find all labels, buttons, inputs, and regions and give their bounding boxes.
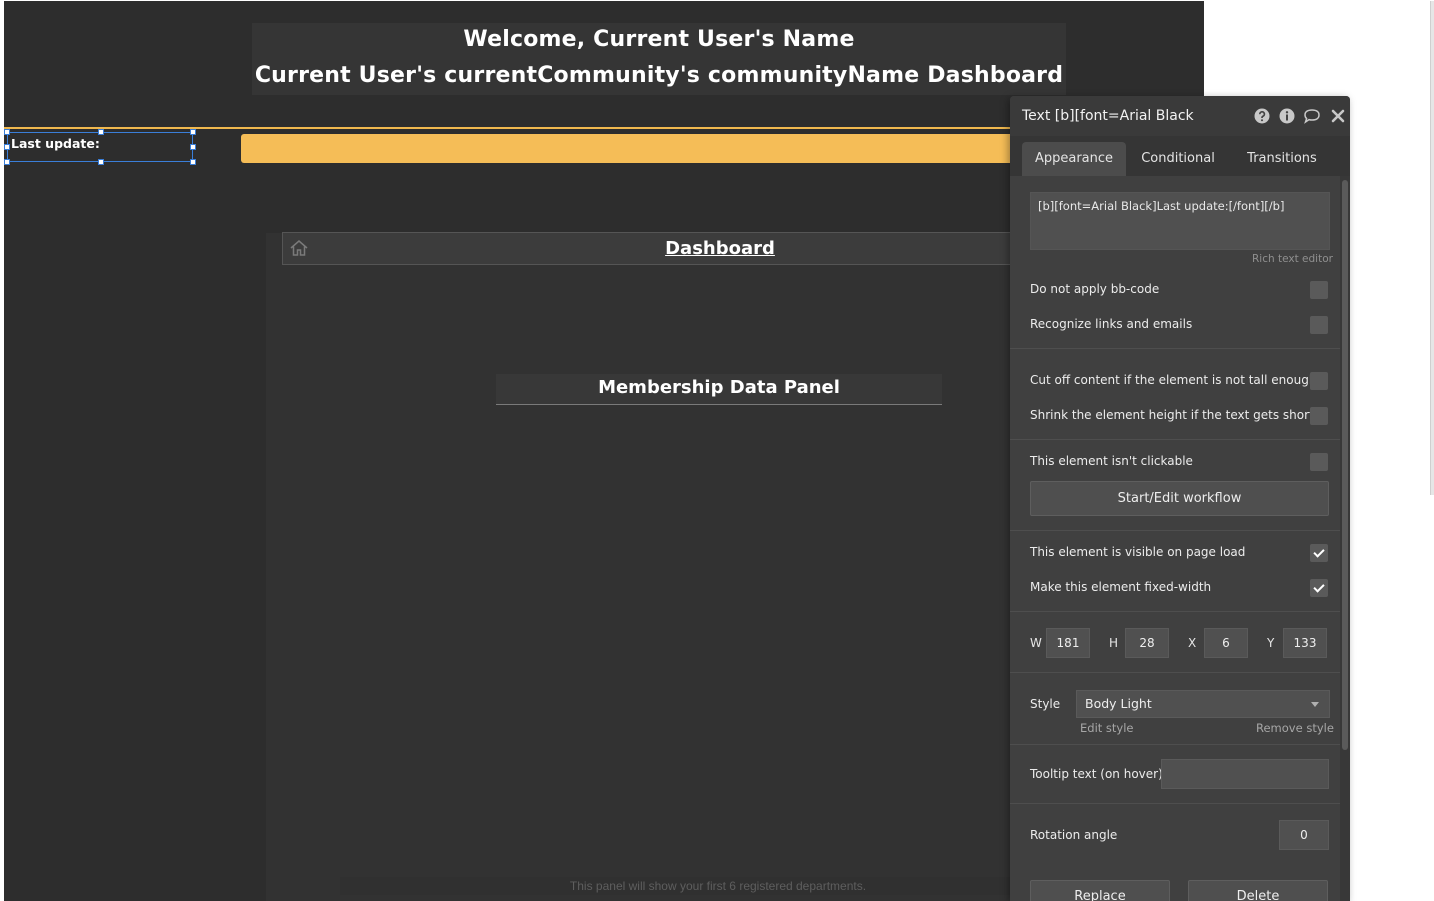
y-label: Y: [1267, 636, 1275, 650]
style-select[interactable]: Body Light: [1076, 690, 1330, 718]
resize-handle-bottom-left[interactable]: [4, 159, 10, 165]
section-divider: [1010, 803, 1340, 804]
option-label-visible-on-load: This element is visible on page load: [1030, 545, 1246, 559]
section-divider: [1010, 611, 1340, 612]
info-icon[interactable]: [1279, 108, 1295, 124]
start-edit-workflow-button[interactable]: Start/Edit workflow: [1030, 481, 1329, 516]
editor-title: Text [b][font=Arial Black: [1022, 108, 1194, 124]
membership-panel-title: Membership Data Panel: [598, 377, 840, 398]
delete-button[interactable]: Delete: [1188, 880, 1328, 901]
text-content-input[interactable]: [b][font=Arial Black]Last update:[/font]…: [1030, 192, 1330, 250]
rotation-angle-input[interactable]: 0: [1279, 820, 1329, 850]
checkbox-shrink-height[interactable]: [1310, 407, 1328, 425]
community-dashboard-heading[interactable]: Current User's currentCommunity's commun…: [252, 63, 1066, 88]
close-icon[interactable]: [1330, 108, 1346, 124]
section-divider: [1010, 530, 1340, 531]
update-status-bar[interactable]: [241, 134, 1041, 163]
style-select-value: Body Light: [1085, 696, 1152, 711]
last-update-label: Last update:: [11, 136, 100, 151]
comment-icon[interactable]: [1303, 108, 1321, 124]
section-divider: [1010, 439, 1340, 440]
checkbox-recognize-links[interactable]: [1310, 316, 1328, 334]
height-input[interactable]: 28: [1125, 628, 1169, 658]
x-label: X: [1188, 636, 1197, 650]
tab-conditional[interactable]: Conditional: [1130, 142, 1226, 176]
welcome-text[interactable]: Welcome, Current User's Name: [252, 27, 1066, 52]
footer-note[interactable]: This panel will show your first 6 regist…: [340, 877, 1096, 895]
height-label: H: [1109, 636, 1119, 650]
option-label-bbcode: Do not apply bb-code: [1030, 282, 1160, 296]
x-input[interactable]: 6: [1204, 628, 1248, 658]
rich-text-editor-link[interactable]: Rich text editor: [1252, 253, 1333, 265]
tooltip-label: Tooltip text (on hover): [1030, 767, 1163, 781]
resize-handle-right[interactable]: [190, 144, 196, 150]
dashboard-content-panel[interactable]: [266, 233, 1026, 901]
edit-style-link[interactable]: Edit style: [1080, 721, 1134, 735]
rotation-angle-label: Rotation angle: [1030, 828, 1118, 842]
editor-scrollbar-thumb[interactable]: [1342, 180, 1348, 750]
y-input[interactable]: 133: [1283, 628, 1327, 658]
last-update-text-element[interactable]: Last update:: [4, 129, 196, 165]
style-label: Style: [1030, 697, 1061, 711]
property-editor: Text [b][font=Arial Black Appearance Con…: [1010, 96, 1350, 901]
editor-body: [b][font=Arial Black]Last update:[/font]…: [1010, 176, 1340, 901]
tab-appearance[interactable]: Appearance: [1022, 142, 1126, 176]
help-icon[interactable]: [1254, 108, 1270, 124]
tooltip-input[interactable]: [1161, 759, 1329, 789]
tab-transitions[interactable]: Transitions: [1234, 142, 1330, 176]
resize-handle-bottom-right[interactable]: [190, 159, 196, 165]
section-divider: [1010, 744, 1340, 745]
checkbox-not-clickable[interactable]: [1310, 453, 1328, 471]
page-scrollbar[interactable]: [1430, 1, 1434, 495]
editor-tab-strip: Appearance Conditional Transitions: [1010, 136, 1350, 176]
section-divider: [1010, 348, 1340, 349]
checkbox-cut-off-content[interactable]: [1310, 372, 1328, 390]
resize-handle-top-left[interactable]: [4, 129, 10, 135]
checkbox-visible-on-load[interactable]: [1310, 544, 1328, 562]
resize-handle-left[interactable]: [4, 144, 10, 150]
resize-handle-bottom[interactable]: [98, 159, 104, 165]
option-label-recognize-links: Recognize links and emails: [1030, 317, 1193, 331]
option-label-cut-off: Cut off content if the element is not ta…: [1030, 373, 1317, 387]
option-label-not-clickable: This element isn't clickable: [1030, 454, 1193, 468]
membership-panel-header[interactable]: Membership Data Panel: [496, 374, 942, 405]
option-label-shrink-height: Shrink the element height if the text ge…: [1030, 408, 1327, 422]
replace-button[interactable]: Replace: [1030, 880, 1170, 901]
checkbox-do-not-apply-bbcode[interactable]: [1310, 281, 1328, 299]
option-label-fixed-width: Make this element fixed-width: [1030, 580, 1212, 594]
width-input[interactable]: 181: [1046, 628, 1090, 658]
resize-handle-top-right[interactable]: [190, 129, 196, 135]
header-box[interactable]: Welcome, Current User's Name Current Use…: [252, 23, 1066, 95]
editor-titlebar[interactable]: Text [b][font=Arial Black: [1010, 96, 1350, 136]
chevron-down-icon: [1311, 702, 1319, 707]
checkbox-fixed-width[interactable]: [1310, 579, 1328, 597]
remove-style-link[interactable]: Remove style: [1256, 721, 1334, 735]
dashboard-title-bar[interactable]: Dashboard: [282, 232, 1042, 265]
resize-handle-top[interactable]: [98, 129, 104, 135]
width-label: W: [1030, 636, 1042, 650]
editor-scrollbar[interactable]: [1340, 176, 1350, 901]
section-divider: [1010, 672, 1340, 673]
